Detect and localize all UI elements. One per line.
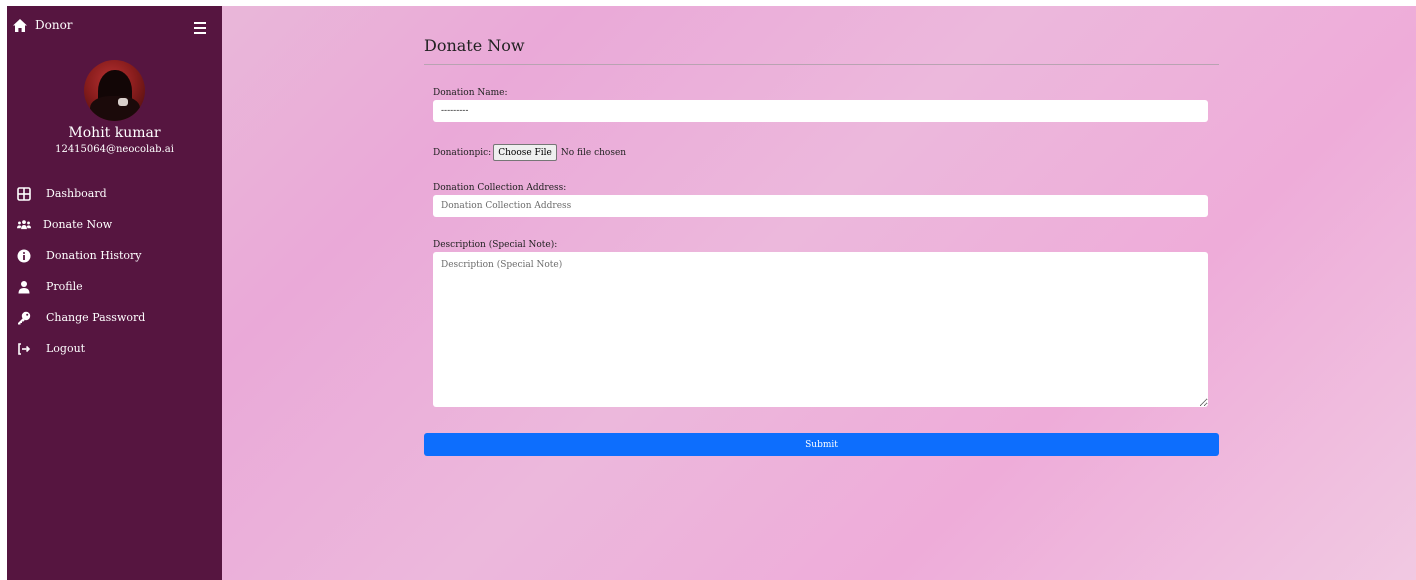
sidebar-item-dashboard[interactable]: Dashboard <box>7 178 222 209</box>
avatar <box>84 60 145 121</box>
sidebar-item-label: Donate Now <box>43 218 113 231</box>
sidebar-item-donate-now[interactable]: Donate Now <box>7 209 222 240</box>
sidebar: Donor Mohit kumar 12415064@neocolab.ai D… <box>7 6 222 580</box>
sidebar-item-donation-history[interactable]: Donation History <box>7 240 222 271</box>
submit-button[interactable]: Submit <box>424 433 1219 456</box>
logout-icon <box>17 342 31 356</box>
donation-name-label: Donation Name: <box>433 88 508 98</box>
choose-file-button[interactable]: Choose File <box>493 144 557 161</box>
sidebar-item-logout[interactable]: Logout <box>7 333 222 364</box>
sidebar-nav: Dashboard Donate Now Donation History Pr… <box>7 178 222 364</box>
description-textarea[interactable] <box>433 252 1208 407</box>
sidebar-item-change-password[interactable]: Change Password <box>7 302 222 333</box>
user-icon <box>17 280 31 294</box>
donation-pic-row: Donationpic: Choose File No file chosen <box>433 144 626 161</box>
sidebar-item-label: Change Password <box>46 311 146 324</box>
brand-label: Donor <box>35 18 73 32</box>
file-status-text: No file chosen <box>560 147 627 158</box>
page-title: Donate Now <box>424 36 525 55</box>
sidebar-item-profile[interactable]: Profile <box>7 271 222 302</box>
home-icon <box>13 18 27 32</box>
title-divider <box>424 64 1219 65</box>
user-name: Mohit kumar <box>68 125 161 141</box>
collection-address-input[interactable] <box>433 195 1208 217</box>
donation-name-input[interactable] <box>433 100 1208 122</box>
user-email: 12415064@neocolab.ai <box>55 144 174 155</box>
main-content: Donate Now Donation Name: Donationpic: C… <box>222 6 1416 580</box>
description-label: Description (Special Note): <box>433 240 558 250</box>
sidebar-item-label: Donation History <box>46 249 142 262</box>
grid-icon <box>17 186 31 201</box>
info-icon <box>17 249 31 263</box>
menu-toggle-icon[interactable] <box>194 22 206 34</box>
sidebar-item-label: Profile <box>46 280 83 293</box>
donation-pic-label: Donationpic: <box>433 147 492 158</box>
sidebar-brand[interactable]: Donor <box>13 18 73 32</box>
app-frame: Donor Mohit kumar 12415064@neocolab.ai D… <box>7 6 1416 580</box>
key-icon <box>17 311 31 325</box>
sidebar-item-label: Dashboard <box>46 187 107 200</box>
users-icon <box>17 218 31 232</box>
address-label: Donation Collection Address: <box>433 183 567 193</box>
sidebar-item-label: Logout <box>46 342 86 355</box>
